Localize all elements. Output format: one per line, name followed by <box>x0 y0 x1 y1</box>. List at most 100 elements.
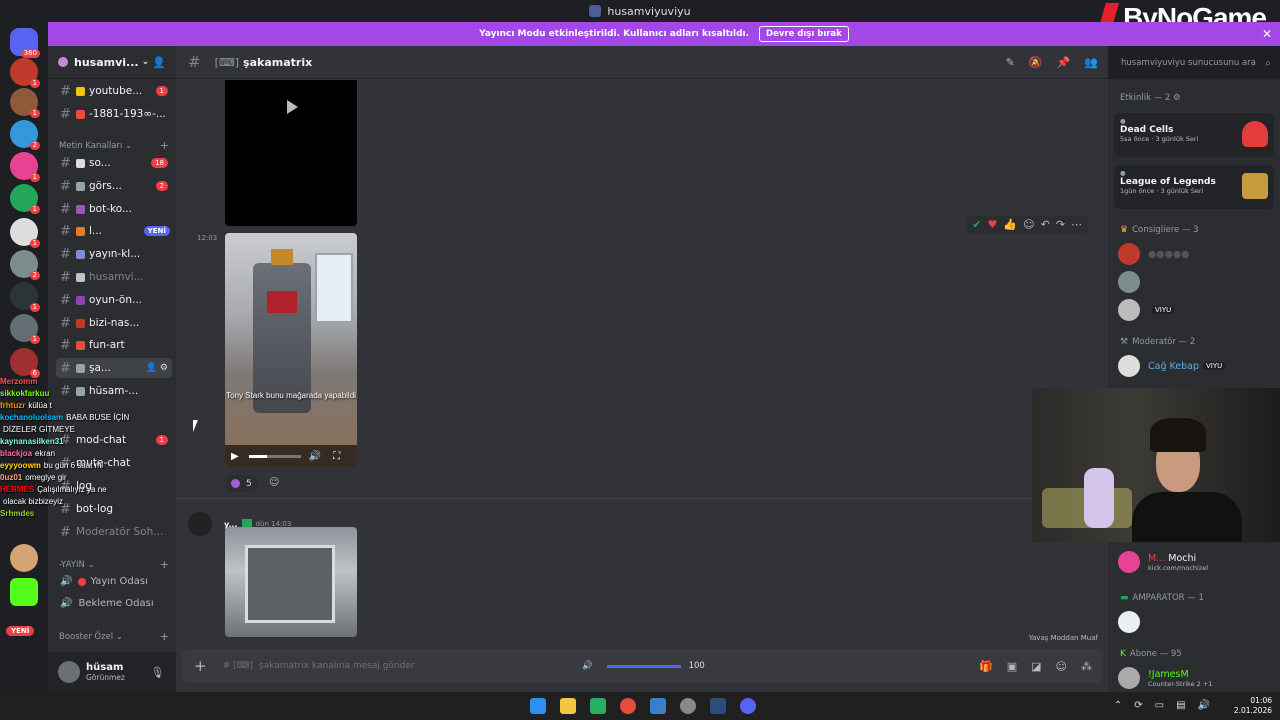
channel-item[interactable]: # bot-ko... <box>56 199 172 219</box>
heart-reaction-icon[interactable]: ♥ <box>988 218 998 231</box>
sticker-icon[interactable]: ◪ <box>1031 660 1041 673</box>
more-icon[interactable]: ⋯ <box>1071 218 1082 231</box>
obs-icon[interactable] <box>680 698 696 714</box>
disable-streamer-mode-button[interactable]: Devre dışı bırak <box>759 26 849 42</box>
app-icon[interactable] <box>590 698 606 714</box>
guild-header[interactable]: husamvi... ⌄ 👤 <box>48 46 176 79</box>
reaction-pill[interactable]: 5 <box>225 475 258 492</box>
member-item[interactable] <box>1118 611 1148 633</box>
usb-icon[interactable]: ▭ <box>1155 700 1164 711</box>
channel-item[interactable]: # l... YENİ <box>56 221 172 241</box>
server-icon[interactable]: 1 <box>10 58 40 88</box>
fullscreen-icon[interactable]: ⛶ <box>333 451 340 462</box>
server-icon[interactable]: 1 <box>10 314 40 344</box>
kick-server-icon[interactable] <box>10 578 38 606</box>
check-reaction-icon[interactable]: ✔ <box>972 218 981 231</box>
app-icon[interactable] <box>650 698 666 714</box>
video-attachment[interactable] <box>225 80 357 226</box>
member-item[interactable] <box>1118 271 1148 293</box>
channel-item[interactable]: # Moderatör Soh... <box>56 522 172 542</box>
chevron-up-icon[interactable]: ⌃ <box>1114 700 1122 711</box>
member-item[interactable]: ●●●●● <box>1118 243 1189 265</box>
channel-item[interactable]: # -1881-193∞-... <box>56 104 172 124</box>
server-icon[interactable]: 1 <box>10 152 40 182</box>
server-icon[interactable]: 1 <box>10 88 40 118</box>
volume-icon[interactable]: 🔊 <box>309 451 321 462</box>
system-clock[interactable]: 01:06 2.01.2026 <box>1234 696 1272 716</box>
emoji-icon[interactable]: ☺ <box>1056 660 1067 673</box>
forward-icon[interactable]: ↷ <box>1056 218 1065 231</box>
server-icon[interactable]: 1 <box>10 184 40 214</box>
category-voice[interactable]: -YAYIN ⌄ + <box>59 558 169 571</box>
new-badge: YENİ <box>143 226 170 236</box>
channel-item[interactable]: # oyun-ön... <box>56 290 172 310</box>
windows-start-icon[interactable] <box>530 698 546 714</box>
channel-tools[interactable]: 👤 ⚙ <box>146 363 168 373</box>
chrome-icon[interactable] <box>620 698 636 714</box>
add-reaction-icon[interactable]: ☺ <box>1023 218 1034 231</box>
attach-plus-icon[interactable]: + <box>194 657 207 675</box>
member-item[interactable]: Cağ Kebap VIYU <box>1118 355 1226 377</box>
volume-slider[interactable]: 🔊 100 <box>582 661 705 671</box>
play-icon[interactable]: ▶ <box>231 451 239 462</box>
channel-item[interactable]: # fun-art <box>56 335 172 355</box>
mute-bell-icon[interactable]: 🔕 <box>1029 56 1043 69</box>
gift-icon[interactable]: 🎁 <box>979 660 993 673</box>
channel-item[interactable]: # youtube... 1 <box>56 81 172 101</box>
avatar[interactable] <box>58 661 80 683</box>
channel-item[interactable]: # husamvi... <box>56 267 172 287</box>
close-icon[interactable]: ✕ <box>1262 27 1272 41</box>
server-icon[interactable] <box>10 544 38 572</box>
add-channel-icon[interactable]: + <box>160 139 169 152</box>
category-text-channels[interactable]: Metin Kanalları ⌄ + <box>59 139 169 152</box>
video-attachment[interactable] <box>225 527 357 637</box>
threads-icon[interactable]: ✎ <box>1006 56 1015 69</box>
home-button[interactable]: 360 <box>10 28 40 58</box>
server-icon[interactable]: 6 <box>10 348 40 378</box>
activity-card[interactable]: ● League of Legends 1gün önce · 3 günlük… <box>1114 165 1274 209</box>
message-composer[interactable]: + # [⌨] şakamatrix kanalına mesaj gönder… <box>182 649 1102 683</box>
channel-item[interactable]: # görs... 2 <box>56 176 172 196</box>
thumbs-up-icon[interactable]: 👍 <box>1003 218 1017 231</box>
play-icon[interactable] <box>287 100 298 114</box>
channel-name: bizi-nas... <box>89 317 140 329</box>
voice-channel[interactable]: 🔊 Bekleme Odası <box>60 598 154 609</box>
message-input[interactable]: şakamatrix kanalına mesaj gönder <box>259 661 415 671</box>
avatar[interactable] <box>188 512 212 536</box>
add-channel-icon[interactable]: + <box>160 630 169 643</box>
member-item[interactable]: !JamesM Counter-Strike 2 +1 <box>1118 667 1212 689</box>
file-explorer-icon[interactable] <box>560 698 576 714</box>
microphone-icon[interactable]: 🎙 <box>150 666 164 679</box>
discord-taskbar-icon[interactable] <box>740 698 756 714</box>
pin-icon[interactable]: 📌 <box>1057 56 1071 69</box>
volume-track[interactable] <box>606 664 681 668</box>
apps-icon[interactable]: ⁂ <box>1081 660 1092 673</box>
member-item[interactable]: M... Mochi kick.com/mochizel <box>1118 551 1208 573</box>
category-booster[interactable]: Booster Özel ⌄ + <box>59 630 169 643</box>
server-icon[interactable]: 2 <box>10 120 40 150</box>
server-icon[interactable]: 2 <box>10 250 40 280</box>
video-attachment[interactable]: Tony Stark bunu mağarada yapabildi ▶ 🔊 ⛶ <box>225 233 357 467</box>
add-channel-icon[interactable]: + <box>160 558 169 571</box>
server-icon[interactable]: 1 <box>10 282 40 312</box>
search-input[interactable]: husamviyuviyu sunucusunu ara ⌕ <box>1116 53 1276 73</box>
channel-item[interactable]: # yayın-kl... <box>56 244 172 264</box>
network-icon[interactable]: ▤ <box>1176 700 1185 711</box>
members-icon[interactable]: 👥 <box>1084 56 1098 69</box>
server-icon[interactable]: 1 <box>10 218 40 248</box>
channel-item-active[interactable]: # şa... 👤 ⚙ <box>56 358 172 378</box>
gif-icon[interactable]: ▣ <box>1007 660 1017 673</box>
reply-icon[interactable]: ↶ <box>1041 218 1050 231</box>
channel-item[interactable]: # so... 18 <box>56 153 172 173</box>
volume-icon[interactable]: 🔊 <box>1198 700 1210 711</box>
sync-icon[interactable]: ⟳ <box>1134 700 1142 711</box>
app-icon[interactable] <box>710 698 726 714</box>
channel-name: bot-ko... <box>89 203 132 215</box>
progress-bar[interactable] <box>248 454 301 458</box>
invite-icon[interactable]: 👤 <box>152 56 166 69</box>
channel-item[interactable]: # bizi-nas... <box>56 313 172 333</box>
add-reaction-icon[interactable]: ☺ <box>269 477 279 488</box>
voice-channel[interactable]: 🔊 Yayın Odası <box>60 576 148 587</box>
activity-card[interactable]: ● Dead Cells 5sa önce · 3 günlük Seri <box>1114 113 1274 157</box>
member-item[interactable]: VIYU <box>1118 299 1175 321</box>
